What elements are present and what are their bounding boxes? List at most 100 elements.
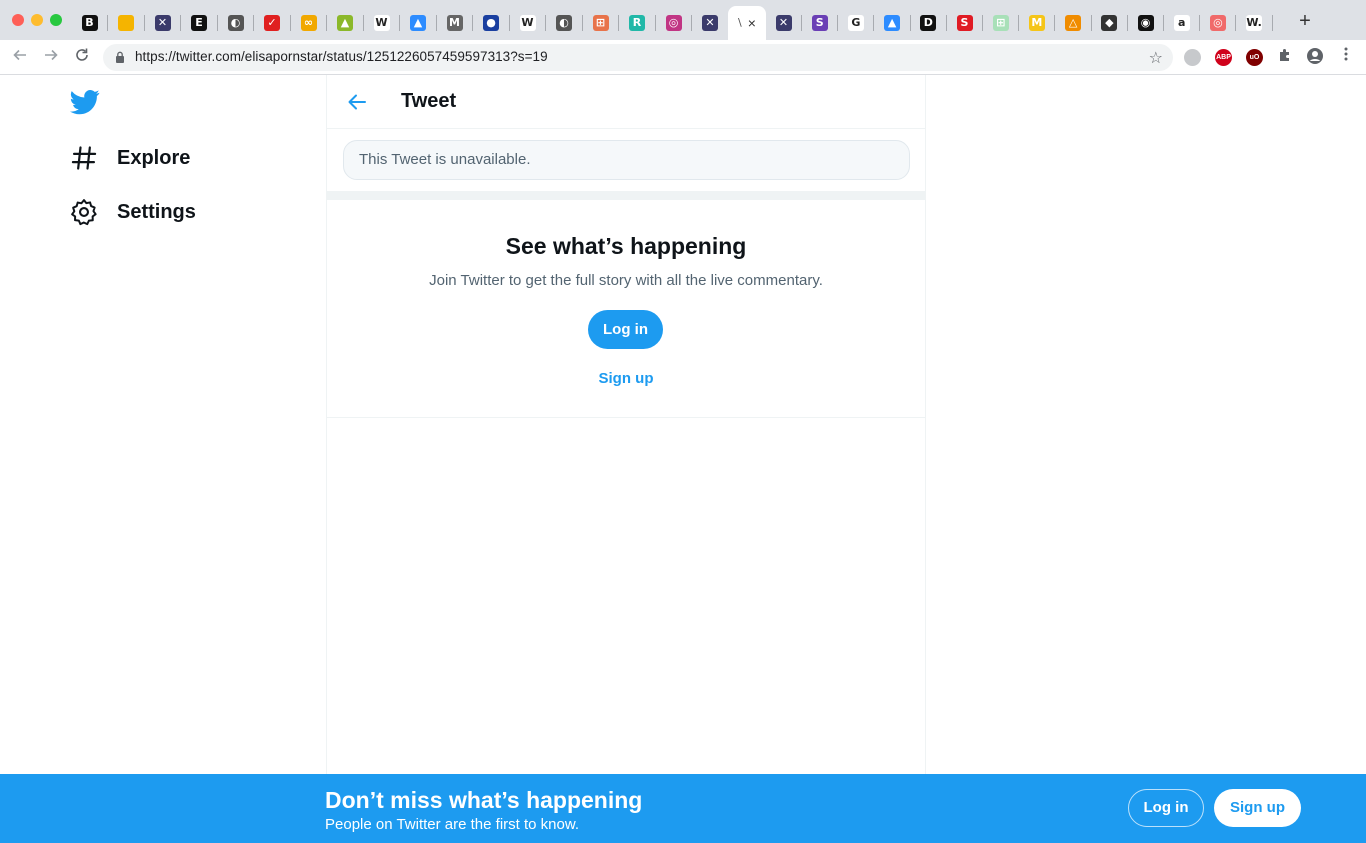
instagram-favicon-icon: ◎ <box>665 15 682 31</box>
s-favicon-icon: S <box>811 15 828 31</box>
browser-tab[interactable]: W <box>363 6 400 40</box>
browser-tab[interactable]: ✕ <box>692 6 729 40</box>
browser-tab[interactable] <box>108 6 145 40</box>
nav-settings-label: Settings <box>117 200 196 223</box>
browser-tab[interactable]: ⊞ <box>982 6 1020 40</box>
browser-toolbar: https://twitter.com/elisapornstar/status… <box>0 40 1366 75</box>
close-tab-icon[interactable]: × <box>748 15 756 31</box>
globe-favicon-icon: ◐ <box>227 15 244 31</box>
browser-tab[interactable]: R <box>619 6 656 40</box>
browser-tab[interactable]: △ <box>1055 6 1092 40</box>
browser-menu-icon[interactable] <box>1336 47 1356 67</box>
signup-prompt: See what’s happening Join Twitter to get… <box>327 200 925 418</box>
blue-dot-favicon-icon: ● <box>483 15 499 31</box>
browser-tab[interactable]: ◐ <box>546 6 583 40</box>
reload-icon[interactable] <box>72 47 92 67</box>
diamond-favicon-icon: ◆ <box>1101 15 1118 31</box>
browser-tab[interactable]: W <box>509 6 546 40</box>
bookmark-star-icon[interactable]: ☆ <box>1149 48 1163 68</box>
infinity-favicon-icon: ∞ <box>300 15 317 31</box>
drive-favicon-icon: ▲ <box>410 15 426 31</box>
w-dot-favicon-icon: W. <box>1246 15 1263 31</box>
x-favicon-icon: ✕ <box>775 15 792 31</box>
browser-tab[interactable]: W. <box>1236 6 1273 40</box>
back-arrow-icon[interactable] <box>345 90 369 114</box>
banner-signup-button[interactable]: Sign up <box>1214 789 1301 827</box>
nav-settings[interactable]: Settings <box>70 197 196 227</box>
signup-link[interactable]: Sign up <box>327 370 925 387</box>
browser-tab[interactable]: ∞ <box>290 6 327 40</box>
browser-tab[interactable]: M <box>1018 6 1056 40</box>
x-favicon-icon: ✕ <box>702 15 718 31</box>
browser-tab-strip: B ✕ E ◐ ✓ ∞ ▲ W ▲ M ● W ◐ ⊞ R ◎ ✕ \ × ✕ S G ▲ D S ⊞ M △ ◆ ◉ a ◎ W. + <box>0 0 1366 40</box>
pocket-favicon-icon: ✓ <box>264 15 280 31</box>
extensions-puzzle-icon[interactable] <box>1275 47 1295 67</box>
browser-tab[interactable]: ✕ <box>144 6 181 40</box>
browser-tab[interactable]: E <box>181 6 218 40</box>
minimize-window-button[interactable] <box>31 14 43 26</box>
back-nav-icon[interactable] <box>10 47 30 67</box>
drive-favicon-icon: ▲ <box>884 15 901 31</box>
address-bar[interactable]: https://twitter.com/elisapornstar/status… <box>103 44 1173 71</box>
r-favicon-icon: R <box>629 15 645 31</box>
wikipedia-favicon-icon: W <box>519 15 536 31</box>
prompt-subtitle: Join Twitter to get the full story with … <box>429 272 823 289</box>
close-window-button[interactable] <box>12 14 24 26</box>
nav-explore[interactable]: Explore <box>70 143 190 173</box>
s-red-favicon-icon: S <box>956 15 973 31</box>
new-tab-button[interactable]: + <box>1294 10 1316 32</box>
banner-subtitle: People on Twitter are the first to know. <box>325 816 580 833</box>
hashtag-icon <box>71 146 97 170</box>
tweet-unavailable-notice: This Tweet is unavailable. <box>343 140 910 180</box>
adblock-extension-icon[interactable]: ABP <box>1215 49 1232 66</box>
active-tab[interactable]: \ × <box>728 6 766 40</box>
forward-nav-icon[interactable] <box>41 47 61 67</box>
browser-tab[interactable]: ▲ <box>327 6 364 40</box>
browser-tab[interactable]: S <box>801 6 839 40</box>
globe-favicon-icon: ◐ <box>556 15 572 31</box>
main-column: Tweet This Tweet is unavailable. See wha… <box>326 75 926 774</box>
ublock-extension-icon[interactable]: uO <box>1246 49 1263 66</box>
login-button[interactable]: Log in <box>588 310 663 349</box>
amazon-favicon-icon: a <box>1173 15 1190 31</box>
profile-avatar-icon[interactable] <box>1305 47 1325 67</box>
browser-tab[interactable]: ▲ <box>400 6 437 40</box>
bottom-signup-banner: Don’t miss what’s happening People on Tw… <box>0 774 1366 843</box>
browser-tab[interactable]: B <box>71 6 108 40</box>
active-tab-favicon-icon: \ <box>738 16 742 29</box>
browser-tab[interactable]: ⊞ <box>582 6 619 40</box>
slides-favicon-icon <box>118 15 134 31</box>
browser-tab[interactable]: a <box>1163 6 1201 40</box>
green-favicon-icon: ▲ <box>337 15 353 31</box>
lock-icon <box>116 51 124 63</box>
browser-tab[interactable]: ◎ <box>1199 6 1237 40</box>
fullscreen-window-button[interactable] <box>50 14 62 26</box>
browser-tab[interactable]: ◆ <box>1091 6 1128 40</box>
browser-tab[interactable]: D <box>910 6 947 40</box>
main-header: Tweet <box>327 75 925 129</box>
twitter-bird-icon[interactable] <box>70 87 100 117</box>
nav-explore-label: Explore <box>117 146 191 169</box>
black-circle-favicon-icon: ◉ <box>1137 15 1154 31</box>
miro-favicon-icon: M <box>1028 15 1045 31</box>
d-favicon-icon: D <box>920 15 937 31</box>
browser-tab[interactable]: S <box>946 6 983 40</box>
browser-tab[interactable]: G <box>837 6 875 40</box>
browser-tab[interactable]: ✓ <box>254 6 291 40</box>
prompt-title: See what’s happening <box>505 233 747 259</box>
banner-login-button[interactable]: Log in <box>1128 789 1204 827</box>
browser-tab[interactable]: ◐ <box>217 6 254 40</box>
gear-icon <box>71 199 97 226</box>
b-favicon-icon: B <box>81 15 98 31</box>
grid-favicon-icon: ⊞ <box>592 15 609 31</box>
section-divider <box>327 191 925 200</box>
browser-tab[interactable]: ◎ <box>655 6 692 40</box>
storage-extension-icon[interactable] <box>1184 49 1201 66</box>
browser-tab[interactable]: ◉ <box>1127 6 1164 40</box>
browser-tab[interactable]: ▲ <box>874 6 911 40</box>
browser-tab[interactable]: ● <box>473 6 510 40</box>
browser-tab[interactable]: M <box>436 6 473 40</box>
m-favicon-icon: M <box>446 15 463 31</box>
wikipedia-favicon-icon: W <box>373 15 390 31</box>
browser-tab[interactable]: ✕ <box>765 6 802 40</box>
